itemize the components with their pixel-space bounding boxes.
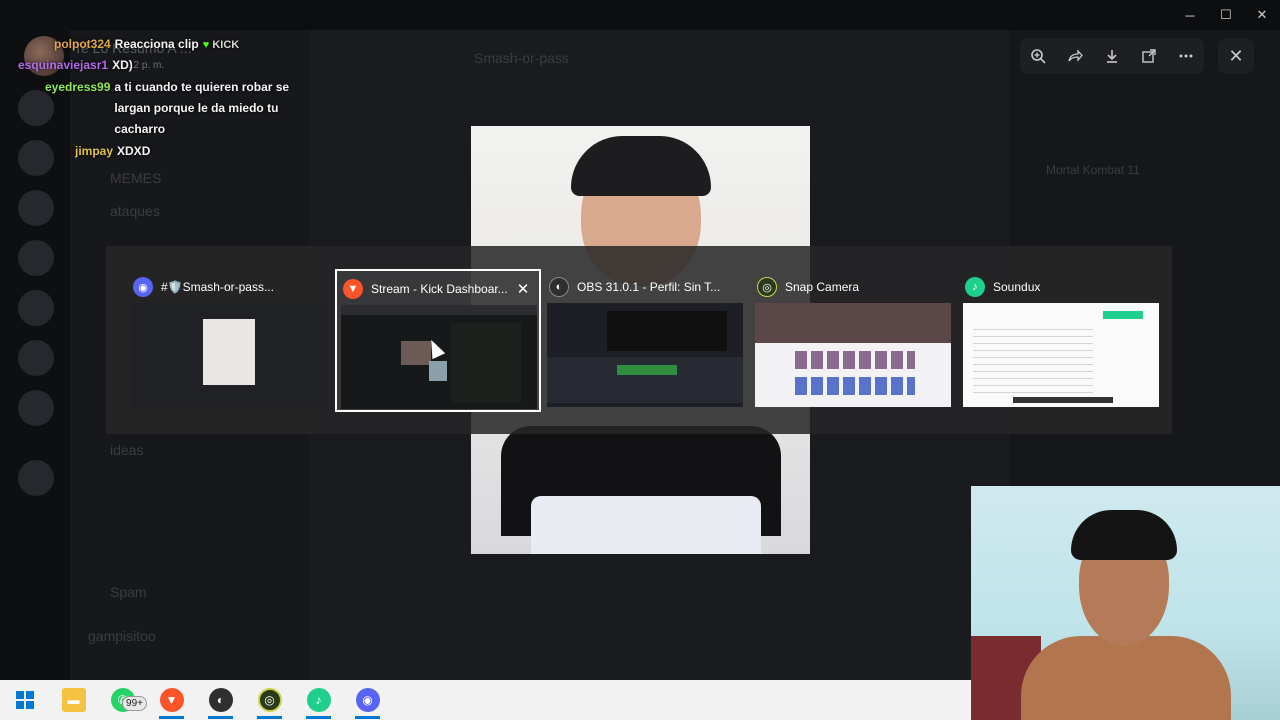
image-subject-hat xyxy=(571,136,711,196)
taskbar-soundux[interactable]: ♪ xyxy=(294,680,343,720)
snap-camera-icon: ◎ xyxy=(257,688,282,712)
chat-text: XD) xyxy=(112,58,133,72)
task-thumbnail xyxy=(131,303,327,407)
task-title: OBS 31.0.1 - Perfil: Sin T... xyxy=(577,280,721,294)
taskbar-obs[interactable]: ◐ xyxy=(196,680,245,720)
server-icon[interactable] xyxy=(18,340,54,376)
more-icon[interactable] xyxy=(1174,44,1198,68)
channel-header: Smash-or-pass xyxy=(474,50,569,66)
share-icon[interactable] xyxy=(1063,44,1087,68)
discord-icon: ◉ xyxy=(355,688,380,712)
taskbar-brave[interactable]: ▼ xyxy=(147,680,196,720)
brave-icon: ▼ xyxy=(159,688,184,712)
task-discord[interactable]: ◉ #🛡️Smash-or-pass... xyxy=(127,269,333,412)
channel-item[interactable]: Spam xyxy=(110,584,147,600)
windows-taskbar: ▬ ✆ 99+ ▼ ◐ ◎ ♪ ◉ xyxy=(0,680,971,720)
channel-item[interactable]: MEMES xyxy=(110,170,161,186)
windows-start-icon xyxy=(15,691,34,709)
title-bar xyxy=(0,0,1280,30)
activity-item: Mortal Kombat 11 xyxy=(1046,163,1140,177)
maximize-button[interactable]: ☐ xyxy=(1208,0,1244,30)
taskbar-discord[interactable]: ◉ xyxy=(343,680,392,720)
webcam-subject-hair xyxy=(1071,510,1177,560)
chat-username: polpot324 xyxy=(54,37,111,51)
notification-badge: 99+ xyxy=(122,696,147,711)
task-title: Snap Camera xyxy=(785,280,860,294)
running-indicator xyxy=(208,716,233,719)
running-indicator xyxy=(257,716,282,719)
webcam-subject-body xyxy=(1021,636,1231,720)
soundux-icon: ♪ xyxy=(965,277,985,297)
task-thumbnail xyxy=(547,303,743,407)
stream-chat-overlay: Te Lo Resumo A ... 12 p. m. polpot324 Rea… xyxy=(18,34,328,162)
running-indicator xyxy=(159,716,184,719)
chat-username: jimpay xyxy=(75,144,114,158)
task-title: Stream - Kick Dashboar... xyxy=(371,282,508,296)
server-icon[interactable] xyxy=(18,460,54,496)
chat-username: eyedress99 xyxy=(45,80,111,94)
channel-item[interactable]: ideas xyxy=(110,442,143,458)
task-thumbnail xyxy=(755,303,951,407)
chat-text: a ti cuando te quieren robar se largan p… xyxy=(114,80,290,136)
task-obs[interactable]: ◐ OBS 31.0.1 - Perfil: Sin T... xyxy=(543,269,749,412)
server-icon[interactable] xyxy=(18,390,54,426)
chat-message: jimpay XDXD xyxy=(18,141,328,162)
brave-icon: ▼ xyxy=(343,279,363,299)
server-icon[interactable] xyxy=(18,190,54,226)
server-icon[interactable] xyxy=(18,290,54,326)
chat-text: XDXD xyxy=(117,144,151,158)
chat-message: polpot324 Reacciona clip ♥ KICK xyxy=(18,34,328,56)
zoom-in-icon[interactable] xyxy=(1026,44,1050,68)
soundux-icon: ♪ xyxy=(306,688,331,712)
kick-badge: ♥ KICK xyxy=(203,35,239,56)
viewer-toolbar xyxy=(1020,38,1204,74)
task-title: #🛡️Smash-or-pass... xyxy=(161,280,274,294)
taskbar-file-explorer[interactable]: ▬ xyxy=(49,680,98,720)
open-external-icon[interactable] xyxy=(1137,44,1161,68)
close-icon: ✕ xyxy=(1228,45,1244,66)
channel-item[interactable]: ataques xyxy=(110,203,160,219)
task-title: Soundux xyxy=(993,280,1041,294)
minimize-button[interactable]: ─ xyxy=(1172,0,1208,30)
chat-text: Reacciona clip xyxy=(114,37,199,51)
close-window-button[interactable]: ✕ xyxy=(1244,0,1280,30)
image-subject-skirt xyxy=(531,496,761,554)
discord-icon: ◉ xyxy=(133,277,153,297)
download-icon[interactable] xyxy=(1100,44,1124,68)
server-icon[interactable] xyxy=(18,240,54,276)
kick-badge-label: KICK xyxy=(212,39,240,51)
task-thumbnail xyxy=(963,303,1159,407)
viewer-close-button[interactable]: ✕ xyxy=(1218,38,1254,74)
chat-username: esquinaviejasr1 xyxy=(18,58,109,72)
taskbar-snap-camera[interactable]: ◎ xyxy=(245,680,294,720)
heart-icon: ♥ xyxy=(202,39,210,51)
running-indicator xyxy=(306,716,331,719)
taskbar-whatsapp[interactable]: ✆ 99+ xyxy=(98,680,147,720)
snap-camera-icon: ◎ xyxy=(757,277,777,297)
chat-message: esquinaviejasr1 XD) xyxy=(18,55,328,76)
chat-message: eyedress99 a ti cuando te quieren robar s… xyxy=(18,77,328,140)
running-indicator xyxy=(355,716,380,719)
task-thumbnail xyxy=(341,305,537,409)
window-controls: ─ ☐ ✕ xyxy=(1172,0,1280,30)
webcam-overlay xyxy=(971,486,1280,720)
obs-icon: ◐ xyxy=(208,688,233,712)
start-button[interactable] xyxy=(0,680,49,720)
task-soundux[interactable]: ♪ Soundux xyxy=(959,269,1165,412)
task-snap-camera[interactable]: ◎ Snap Camera xyxy=(751,269,957,412)
file-explorer-icon: ▬ xyxy=(61,688,86,712)
close-icon[interactable]: ✕ xyxy=(513,279,533,299)
obs-icon: ◐ xyxy=(549,277,569,297)
user-name: gampisitoo xyxy=(88,628,156,644)
